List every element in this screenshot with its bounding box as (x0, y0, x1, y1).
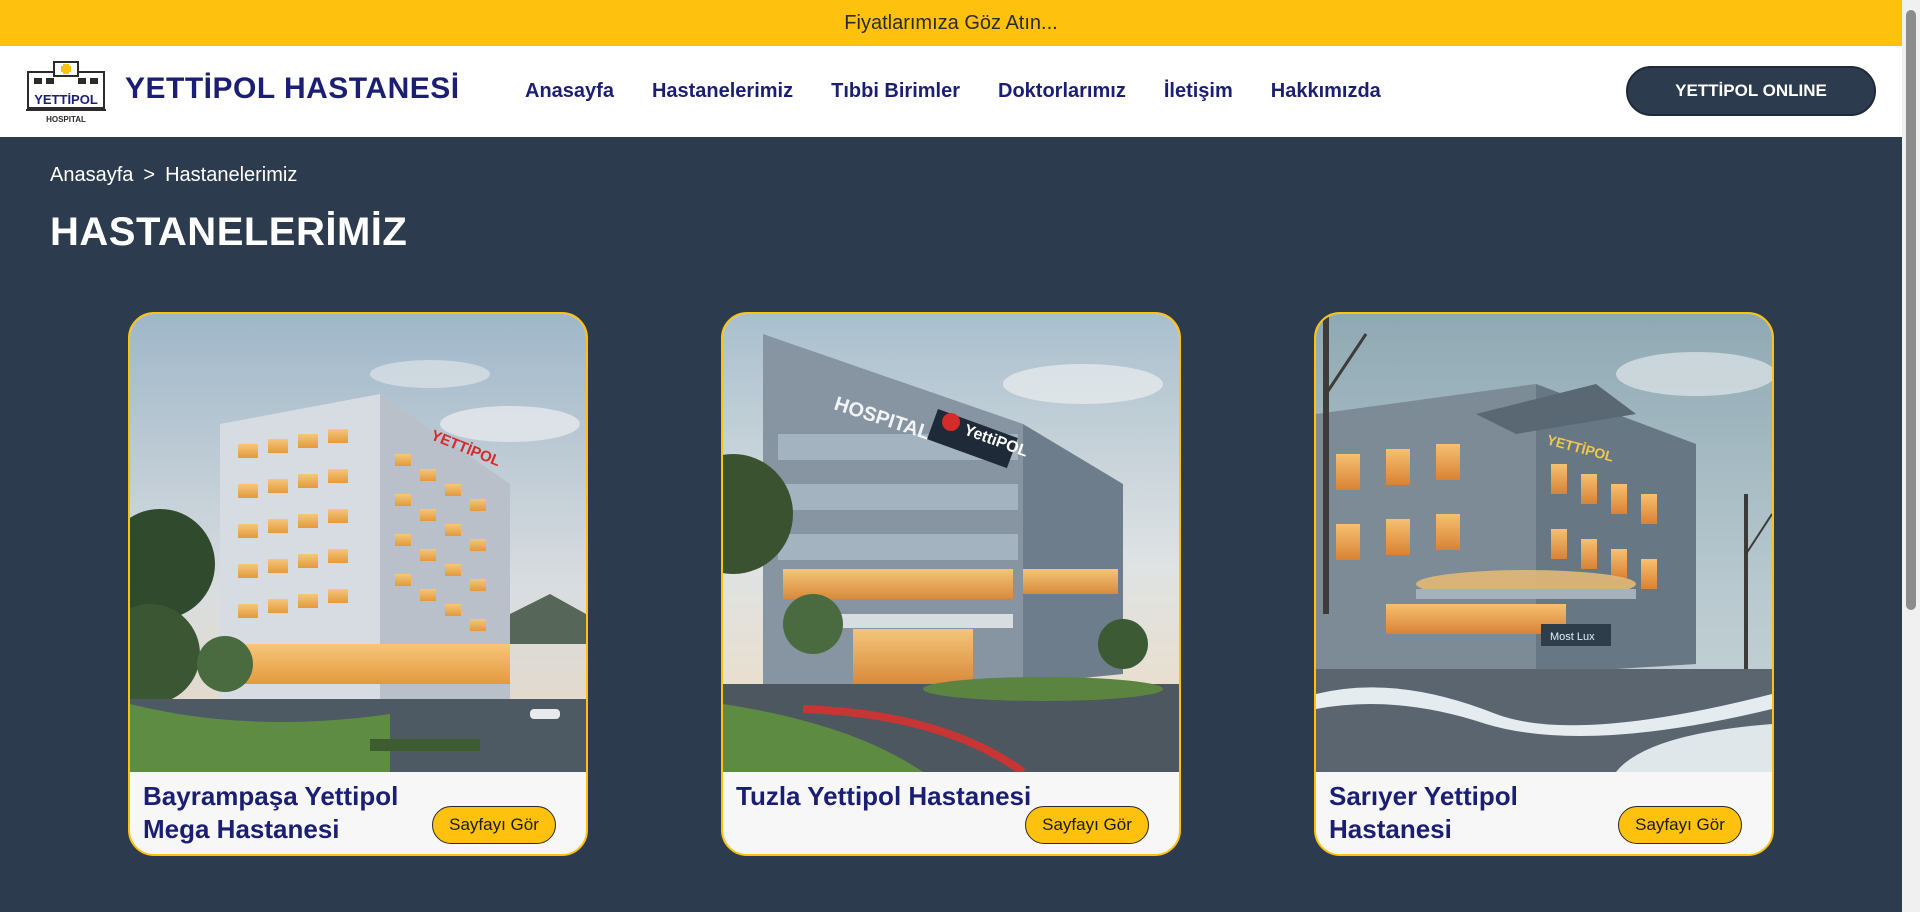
hospital-building-image: YETTİPOL Most Lux (1316, 314, 1772, 772)
nav-iletisim[interactable]: İletişim (1164, 80, 1233, 103)
scrollbar-thumb[interactable] (1906, 10, 1916, 610)
header: YETTİPOL HOSPITAL YETTİPOL HASTANESİ Ana… (0, 46, 1902, 137)
main-nav: Anasayfa Hastanelerimiz Tıbbi Birimler D… (525, 46, 1419, 137)
hospital-card-title: Tuzla Yettipol Hastanesi (736, 781, 1032, 811)
nav-hastanelerimiz[interactable]: Hastanelerimiz (652, 80, 793, 103)
logo[interactable]: YETTİPOL HOSPITAL (24, 56, 108, 126)
page: Fiyatlarımıza Göz Atın... YETTİPOL HOSPI… (0, 0, 1920, 912)
page-title: HASTANELERİMİZ (50, 210, 408, 254)
hospital-logo-icon: YETTİPOL HOSPITAL (26, 61, 106, 124)
hospital-card-sariyer[interactable]: YETTİPOL Most Lux Sarıyer Yettipol Hasta… (1314, 312, 1774, 856)
svg-text:YETTİPOL: YETTİPOL (34, 92, 98, 107)
breadcrumb-home[interactable]: Anasayfa (50, 164, 133, 187)
nav-doktorlarimiz[interactable]: Doktorlarımız (998, 80, 1126, 103)
view-page-button[interactable]: Sayfayı Gör (1618, 806, 1742, 844)
hospital-image-sariyer[interactable]: YETTİPOL Most Lux (1316, 314, 1772, 772)
promo-bar[interactable]: Fiyatlarımıza Göz Atın... (0, 0, 1902, 46)
hospital-building-image: YETTİPOL (130, 314, 586, 772)
hospital-card-title: Bayrampaşa Yettipol Mega Hastanesi (143, 781, 399, 844)
hospital-building-image: HOSPITAL YettiPOL (723, 314, 1179, 772)
svg-text:HOSPITAL: HOSPITAL (46, 115, 86, 124)
view-page-button[interactable]: Sayfayı Gör (1025, 806, 1149, 844)
nav-anasayfa[interactable]: Anasayfa (525, 80, 614, 103)
nav-hakkimizda[interactable]: Hakkımızda (1271, 80, 1381, 103)
nav-tibbi-birimler[interactable]: Tıbbi Birimler (831, 80, 960, 103)
vertical-scrollbar[interactable] (1902, 0, 1920, 912)
hospital-image-bayrampasa[interactable]: YETTİPOL (130, 314, 586, 772)
svg-text:Most Lux: Most Lux (1550, 631, 1595, 643)
hospital-image-tuzla[interactable]: HOSPITAL YettiPOL (723, 314, 1179, 772)
hospital-card-tuzla[interactable]: HOSPITAL YettiPOL Tuzla Yettipol Hastane… (721, 312, 1181, 856)
hospital-card-title: Sarıyer Yettipol Hastanesi (1329, 781, 1518, 844)
breadcrumb-current: Hastanelerimiz (165, 164, 298, 186)
breadcrumb: Anasayfa > Hastanelerimiz (50, 164, 297, 187)
online-button[interactable]: YETTİPOL ONLINE (1626, 66, 1876, 116)
brand-title[interactable]: YETTİPOL HASTANESİ (125, 72, 460, 106)
hospital-card-bayrampasa[interactable]: YETTİPOL Bayrampaşa Yettipol Mega Hastan… (128, 312, 588, 856)
breadcrumb-separator: > (143, 164, 156, 186)
view-page-button[interactable]: Sayfayı Gör (432, 806, 556, 844)
promo-text[interactable]: Fiyatlarımıza Göz Atın... (844, 12, 1057, 35)
